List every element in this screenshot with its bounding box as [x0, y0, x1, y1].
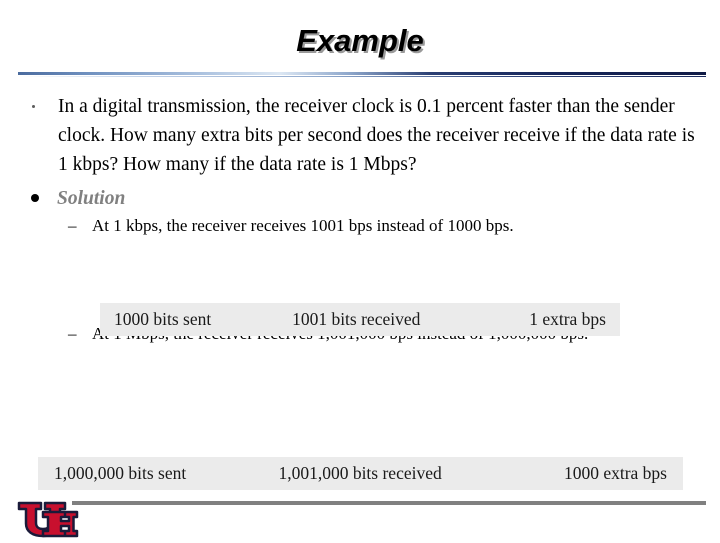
figure-1-extra-bps: 1 extra bps: [529, 309, 606, 329]
dash-bullet-icon-1: –: [68, 216, 77, 235]
question-bullet-row: In a digital transmission, the receiver …: [28, 92, 702, 179]
page-title: Example: [296, 23, 424, 58]
solid-bullet-icon: [28, 184, 57, 213]
footer-rule: [72, 501, 706, 505]
divider-thin-bar: [18, 76, 706, 77]
figure-1-bits-sent: 1000 bits sent: [114, 309, 212, 329]
figure-2-extra-bps: 1000 extra bps: [563, 463, 667, 483]
solution-label: Solution: [57, 188, 126, 209]
solution-heading-row: Solution: [28, 184, 720, 213]
slide-canvas: Example In a digital transmission, the r…: [0, 0, 720, 540]
sub-point-text-1: At 1 kbps, the receiver receives 1001 bp…: [92, 216, 514, 235]
figure-box-mbps: 1,000,000 bits sent 1,001,000 bits recei…: [38, 457, 683, 490]
title-area: Example: [0, 23, 720, 58]
dash-bullet-icon-2: –: [68, 324, 77, 343]
figure-box-kbps: 1000 bits sent 1001 bits received 1 extr…: [100, 303, 620, 336]
figure-1-bits-received: 1001 bits received: [292, 309, 421, 329]
figure-2-bits-received: 1,001,000 bits received: [278, 463, 442, 483]
sub-point-row-1: – At 1 kbps, the receiver receives 1001 …: [68, 213, 680, 239]
title-divider: [18, 72, 706, 79]
university-of-houston-logo-icon: [17, 500, 79, 538]
figure-2-bits-sent: 1,000,000 bits sent: [54, 463, 187, 483]
question-text: In a digital transmission, the receiver …: [58, 96, 695, 175]
bullet-dot-icon: [28, 92, 58, 121]
